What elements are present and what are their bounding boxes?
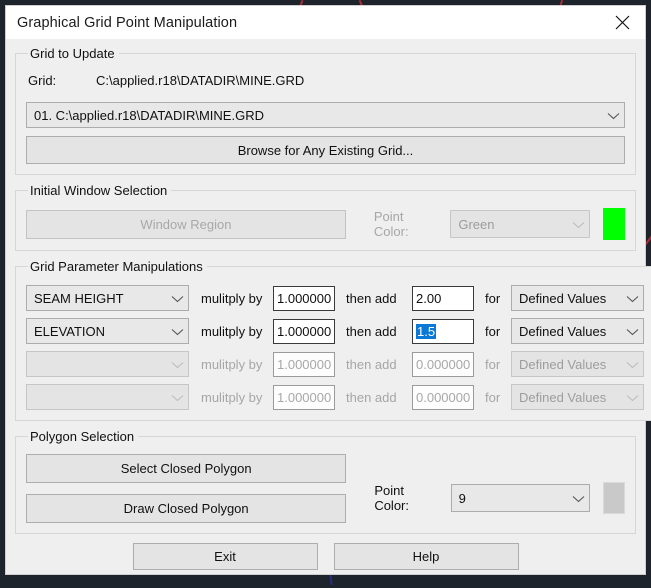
for-label: for <box>485 323 501 339</box>
param-scope-value: Defined Values <box>519 323 607 339</box>
param-scope-combo-2: Defined Values <box>511 351 644 377</box>
dialog-window: Graphical Grid Point Manipulation Grid t… <box>5 5 651 575</box>
parameter-row: mulitply by 1.000000 then add 0.000000 for De… <box>26 351 644 377</box>
param-name-combo-2 <box>26 351 189 377</box>
close-icon[interactable] <box>599 6 645 40</box>
group-grid-to-update: Grid to Update Grid: C:\applied.r18\DATA… <box>15 46 636 175</box>
param-scope-value: Defined Values <box>519 290 607 306</box>
chevron-down-icon <box>171 324 184 339</box>
param-multiply-input-2: 1.000000 <box>273 351 335 377</box>
param-name-value: SEAM HEIGHT <box>34 290 124 306</box>
initial-point-color-swatch <box>603 208 625 240</box>
browse-grid-button[interactable]: Browse for Any Existing Grid... <box>26 136 625 164</box>
parameter-row: SEAM HEIGHT mulitply by 1.000000 then add 2.… <box>26 285 644 311</box>
polygon-point-color-combo[interactable]: 9 <box>450 484 591 512</box>
param-multiply-input-1[interactable]: 1.000000 <box>273 318 335 344</box>
polygon-point-color-row: Point Color: 9 <box>374 482 625 514</box>
polygon-point-color-value: 9 <box>458 490 466 506</box>
param-scope-value: Defined Values <box>519 356 607 372</box>
multiply-label: mulitply by <box>201 389 263 405</box>
param-add-input-1[interactable]: 1.5 <box>412 318 474 344</box>
background-stroke <box>329 573 333 586</box>
multiply-label: mulitply by <box>201 356 263 372</box>
param-multiply-input-3: 1.000000 <box>273 384 335 410</box>
chevron-down-icon <box>626 390 639 405</box>
dialog-footer: Exit Help <box>15 543 636 570</box>
group-grid-parameter-manipulations-legend: Grid Parameter Manipulations <box>30 259 203 274</box>
polygon-point-color-label: Point Color: <box>374 483 409 513</box>
initial-point-color-value: Green <box>458 216 495 232</box>
initial-point-color-combo: Green <box>450 210 591 238</box>
param-add-input-0[interactable]: 2.00 <box>412 285 474 311</box>
param-scope-combo-0[interactable]: Defined Values <box>511 285 644 311</box>
group-initial-window-selection: Initial Window Selection Window Region P… <box>15 183 636 251</box>
select-closed-polygon-button[interactable]: Select Closed Polygon <box>26 454 347 483</box>
chevron-down-icon <box>171 291 184 306</box>
dialog-content: Grid to Update Grid: C:\applied.r18\DATA… <box>6 40 651 570</box>
grid-label: Grid: <box>28 73 57 88</box>
group-polygon-selection-legend: Polygon Selection <box>30 429 135 444</box>
then-add-label: then add <box>346 389 397 405</box>
param-multiply-value: 1.000000 <box>277 290 332 306</box>
grid-select-combo-value: 01. C:\applied.r18\DATADIR\MINE.GRD <box>34 107 264 123</box>
param-add-input-3: 0.000000 <box>412 384 474 410</box>
param-add-text: 2.00 <box>416 290 442 306</box>
parameter-row: ELEVATION mulitply by 1.000000 then add 1.5 f… <box>26 318 644 344</box>
initial-point-color-label: Point Color: <box>373 209 409 239</box>
param-multiply-value: 1.000000 <box>277 389 332 405</box>
chevron-down-icon <box>607 108 620 123</box>
for-label: for <box>485 356 501 372</box>
param-scope-combo-3: Defined Values <box>511 384 644 410</box>
grid-path-value: C:\applied.r18\DATADIR\MINE.GRD <box>96 73 305 88</box>
window-region-button: Window Region <box>26 209 346 239</box>
group-polygon-selection: Polygon Selection Select Closed Polygon … <box>15 429 636 534</box>
param-scope-combo-1[interactable]: Defined Values <box>511 318 644 344</box>
multiply-label: mulitply by <box>201 323 263 339</box>
polygon-point-color-swatch <box>603 482 625 514</box>
param-name-value: ELEVATION <box>34 323 106 339</box>
draw-closed-polygon-button[interactable]: Draw Closed Polygon <box>26 494 347 523</box>
help-button[interactable]: Help <box>333 543 519 570</box>
polygon-row: Select Closed Polygon Draw Closed Polygo… <box>26 454 625 523</box>
window-title: Graphical Grid Point Manipulation <box>17 14 238 31</box>
group-grid-to-update-legend: Grid to Update <box>30 46 115 61</box>
multiply-label: mulitply by <box>201 290 263 306</box>
chevron-down-icon <box>626 357 639 372</box>
then-add-label: then add <box>346 290 397 306</box>
param-add-input-2: 0.000000 <box>412 351 474 377</box>
param-add-text: 0.000000 <box>416 356 471 372</box>
param-name-combo-0[interactable]: SEAM HEIGHT <box>26 285 189 311</box>
chevron-down-icon <box>171 357 184 372</box>
exit-button[interactable]: Exit <box>132 543 318 570</box>
chevron-down-icon <box>626 324 639 339</box>
chevron-down-icon <box>626 291 639 306</box>
chevron-down-icon <box>171 390 184 405</box>
param-name-combo-1[interactable]: ELEVATION <box>26 318 189 344</box>
grid-path-line: Grid: C:\applied.r18\DATADIR\MINE.GRD <box>28 73 625 88</box>
chevron-down-icon <box>572 217 585 232</box>
parameter-row: mulitply by 1.000000 then add 0.000000 for De… <box>26 384 644 410</box>
grid-select-combo[interactable]: 01. C:\applied.r18\DATADIR\MINE.GRD <box>26 102 625 128</box>
then-add-label: then add <box>346 323 397 339</box>
param-scope-value: Defined Values <box>519 389 607 405</box>
group-grid-parameter-manipulations: Grid Parameter Manipulations SEAM HEIGHT… <box>15 259 651 421</box>
for-label: for <box>485 290 501 306</box>
then-add-label: then add <box>346 356 397 372</box>
for-label: for <box>485 389 501 405</box>
title-bar: Graphical Grid Point Manipulation <box>6 6 645 40</box>
param-add-selection: 1.5 <box>416 323 437 339</box>
param-multiply-input-0[interactable]: 1.000000 <box>273 285 335 311</box>
param-multiply-value: 1.000000 <box>277 356 332 372</box>
chevron-down-icon <box>572 491 585 506</box>
param-name-combo-3 <box>26 384 189 410</box>
param-multiply-value: 1.000000 <box>277 323 332 339</box>
group-initial-window-selection-legend: Initial Window Selection <box>30 183 168 198</box>
param-add-text: 0.000000 <box>416 389 471 405</box>
polygon-buttons: Select Closed Polygon Draw Closed Polygo… <box>26 454 347 523</box>
parameter-rows: SEAM HEIGHT mulitply by 1.000000 then add 2.… <box>26 285 644 410</box>
initial-window-row: Window Region Point Color: Green <box>26 208 625 240</box>
